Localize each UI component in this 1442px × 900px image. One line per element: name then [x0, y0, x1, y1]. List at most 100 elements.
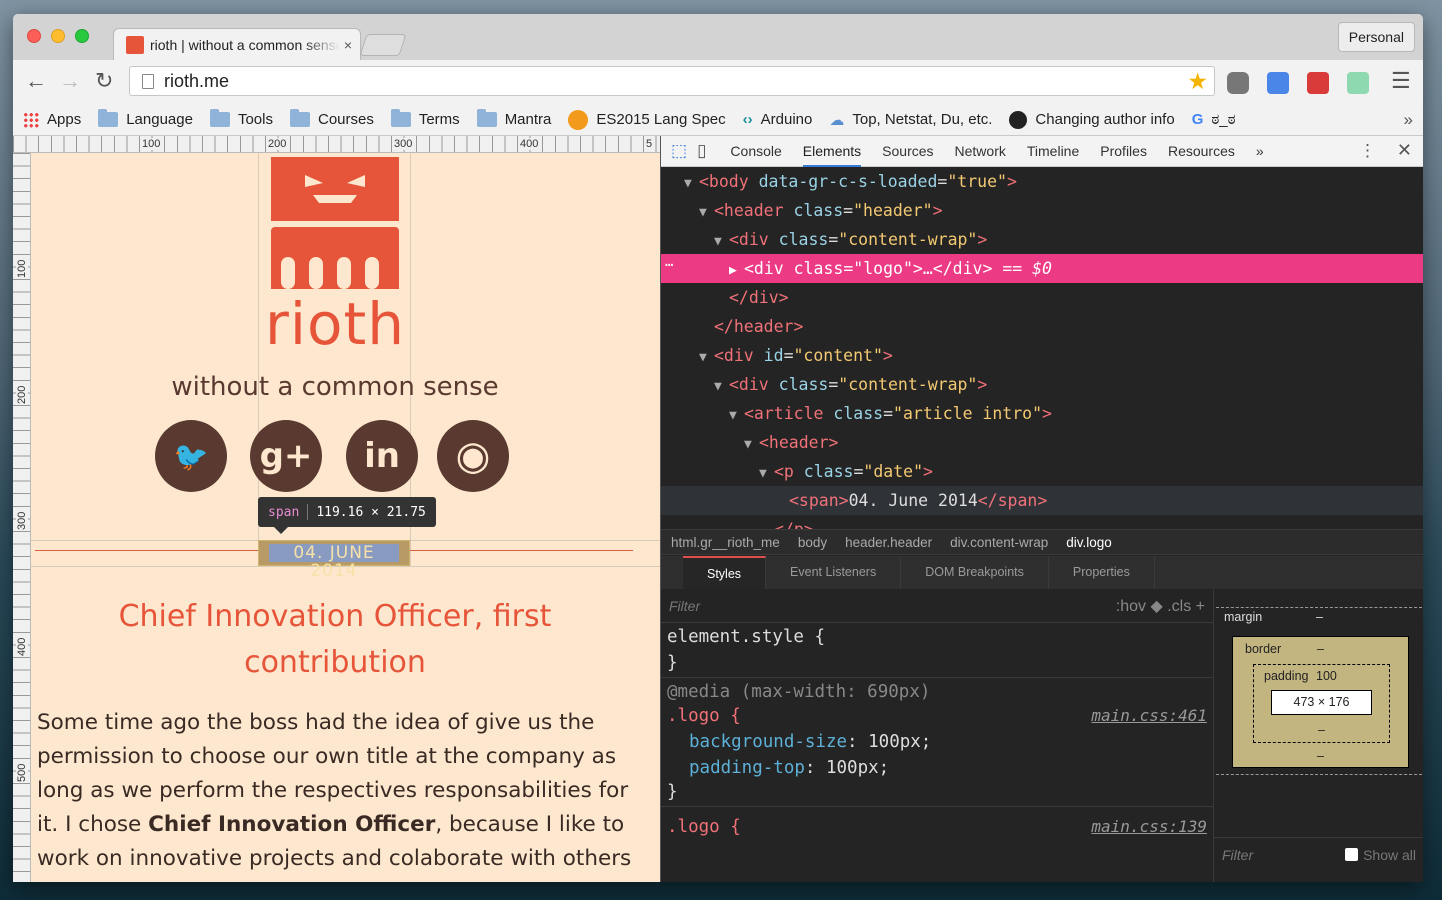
dom-node[interactable]: ▼ <p class="date">: [661, 457, 1423, 486]
styles-filter-tools[interactable]: :hov ◆ .cls +: [1116, 596, 1205, 616]
bookmarks-more-icon[interactable]: »: [1404, 110, 1413, 130]
tab-resources[interactable]: Resources: [1168, 136, 1235, 167]
maximize-window-button[interactable]: [75, 29, 89, 43]
dom-node[interactable]: </p>: [661, 515, 1423, 529]
bookmark-changing-author[interactable]: Changing author info: [1009, 110, 1175, 129]
dom-node[interactable]: ▼ <header>: [661, 428, 1423, 457]
collapse-arrow-icon[interactable]: ▼: [714, 372, 729, 401]
bookmark-courses[interactable]: Courses: [289, 109, 374, 128]
tab-styles[interactable]: Styles: [683, 556, 767, 589]
logo-rule[interactable]: main.css:139 .logo {: [661, 807, 1213, 841]
google-plus-icon[interactable]: g+: [250, 420, 322, 492]
css-property[interactable]: padding-top: 100px;: [667, 758, 1207, 778]
logo-media-rule[interactable]: @media (max-width: 690px) main.css:461 .l…: [661, 678, 1213, 807]
tabs-overflow-icon[interactable]: »: [1256, 136, 1264, 167]
inspect-element-icon[interactable]: ⬚: [671, 141, 687, 161]
dom-node[interactable]: </div>: [661, 283, 1423, 312]
computed-filter[interactable]: Filter Show all: [1214, 837, 1423, 871]
breadcrumb-item[interactable]: header.header: [845, 535, 932, 550]
tab-properties[interactable]: Properties: [1049, 556, 1155, 589]
bookmark-look-of-disapproval[interactable]: G ಠ_ಠ: [1192, 111, 1236, 128]
dom-node-selected[interactable]: ▶ <div class="logo">…</div> == $0…: [661, 254, 1423, 283]
bookmark-terms[interactable]: Terms: [390, 109, 460, 128]
new-tab-button[interactable]: [359, 34, 407, 56]
bookmark-es2015[interactable]: ES2015 Lang Spec: [568, 109, 726, 130]
url-text[interactable]: rioth.me: [164, 71, 229, 92]
box-model-padding[interactable]: padding 100 473 × 176 –: [1253, 664, 1390, 743]
computed-filter-input[interactable]: Filter: [1222, 847, 1253, 863]
dom-node[interactable]: ▼ <div class="content-wrap">: [661, 370, 1423, 399]
forward-icon[interactable]: →: [59, 70, 81, 92]
logo-tentacles[interactable]: [271, 227, 399, 289]
collapse-arrow-icon[interactable]: ▼: [759, 459, 774, 488]
dom-node[interactable]: ▼ <header class="header">: [661, 196, 1423, 225]
device-mode-icon[interactable]: ▯: [697, 141, 706, 161]
dom-node[interactable]: <span>04. June 2014</span>: [661, 486, 1423, 515]
bookmark-top-netstat[interactable]: ☁ Top, Netstat, Du, etc.: [829, 111, 992, 129]
show-all-toggle[interactable]: Show all: [1345, 847, 1416, 863]
bookmark-tools[interactable]: Tools: [209, 109, 273, 128]
styles-filter[interactable]: Filter :hov ◆ .cls +: [661, 589, 1213, 623]
minimize-window-button[interactable]: [51, 29, 65, 43]
dom-node[interactable]: ▼ <article class="article intro">: [661, 399, 1423, 428]
collapse-arrow-icon[interactable]: ▼: [699, 343, 714, 372]
tab-timeline[interactable]: Timeline: [1027, 136, 1079, 167]
box-model-margin[interactable]: margin – – border – – padding 100 473 × …: [1216, 607, 1422, 775]
dom-node[interactable]: ▼ <div id="content">: [661, 341, 1423, 370]
profile-button[interactable]: Personal: [1337, 22, 1415, 52]
linkedin-icon[interactable]: in: [346, 420, 418, 492]
tab-sources[interactable]: Sources: [882, 136, 933, 167]
tab-console[interactable]: Console: [730, 136, 781, 167]
node-actions-icon[interactable]: …: [665, 248, 673, 277]
dom-node[interactable]: </header>: [661, 312, 1423, 341]
css-property[interactable]: background-size: 100px;: [667, 732, 1207, 752]
browser-tab[interactable]: rioth | without a common sense ×: [113, 28, 361, 60]
menu-icon[interactable]: ☰: [1391, 70, 1411, 92]
collapse-arrow-icon[interactable]: ▼: [729, 401, 744, 430]
audio-extension-icon[interactable]: [1347, 72, 1369, 94]
site-brand[interactable]: rioth: [213, 290, 457, 358]
tab-close-icon[interactable]: ×: [344, 37, 352, 53]
devtools-close-icon[interactable]: ✕: [1397, 140, 1412, 161]
devtools-menu-icon[interactable]: ⋮: [1359, 141, 1376, 161]
breadcrumb-item[interactable]: html.gr__rioth_me: [671, 535, 780, 550]
google-translate-icon[interactable]: [1267, 72, 1289, 94]
bookmark-language[interactable]: Language: [98, 109, 193, 128]
reload-icon[interactable]: ↻: [95, 70, 113, 92]
tab-event-listeners[interactable]: Event Listeners: [766, 556, 902, 589]
logo-face[interactable]: [271, 157, 399, 221]
bookmark-apps[interactable]: Apps: [23, 111, 81, 128]
tab-profiles[interactable]: Profiles: [1100, 136, 1147, 167]
dom-node[interactable]: ▼ <body data-gr-c-s-loaded="true">: [661, 167, 1423, 196]
expand-arrow-icon[interactable]: ▶: [729, 256, 744, 285]
box-model-content[interactable]: 473 × 176: [1271, 690, 1372, 715]
rule-source-link[interactable]: main.css:461: [1091, 706, 1207, 725]
styles-filter-input[interactable]: Filter: [669, 598, 1116, 614]
close-window-button[interactable]: [27, 29, 41, 43]
breadcrumb-item[interactable]: body: [798, 535, 827, 550]
dom-node[interactable]: ▼ <div class="content-wrap">: [661, 225, 1423, 254]
breadcrumb-item-active[interactable]: div.logo: [1066, 535, 1112, 550]
tab-dom-breakpoints[interactable]: DOM Breakpoints: [901, 556, 1049, 589]
collapse-arrow-icon[interactable]: ▼: [684, 169, 699, 198]
pocket-icon[interactable]: [1227, 72, 1249, 94]
bookmark-star-icon[interactable]: ★: [1187, 68, 1208, 95]
back-icon[interactable]: ←: [25, 70, 47, 92]
article-title[interactable]: Chief Innovation Officer, first contribu…: [73, 594, 597, 686]
bookmark-arduino[interactable]: ‹› Arduino: [743, 111, 813, 128]
github-icon[interactable]: ◉: [437, 420, 509, 492]
rule-source-link[interactable]: main.css:139: [1091, 817, 1207, 836]
breadcrumb-item[interactable]: div.content-wrap: [950, 535, 1048, 550]
box-model-border[interactable]: border – – padding 100 473 × 176 –: [1232, 636, 1409, 768]
article-date[interactable]: 04. JUNE 2014: [269, 544, 399, 580]
twitter-icon[interactable]: 🐦: [155, 420, 227, 492]
bookmark-mantra[interactable]: Mantra: [476, 109, 551, 128]
extension-notification-icon[interactable]: [1307, 72, 1329, 94]
element-style-rule[interactable]: element.style { }: [661, 623, 1213, 678]
tab-network[interactable]: Network: [955, 136, 1006, 167]
tab-elements[interactable]: Elements: [802, 136, 862, 167]
collapse-arrow-icon[interactable]: ▼: [744, 430, 759, 459]
collapse-arrow-icon[interactable]: ▼: [699, 198, 714, 227]
address-bar[interactable]: rioth.me ★: [129, 66, 1215, 96]
show-all-checkbox[interactable]: [1345, 848, 1359, 861]
